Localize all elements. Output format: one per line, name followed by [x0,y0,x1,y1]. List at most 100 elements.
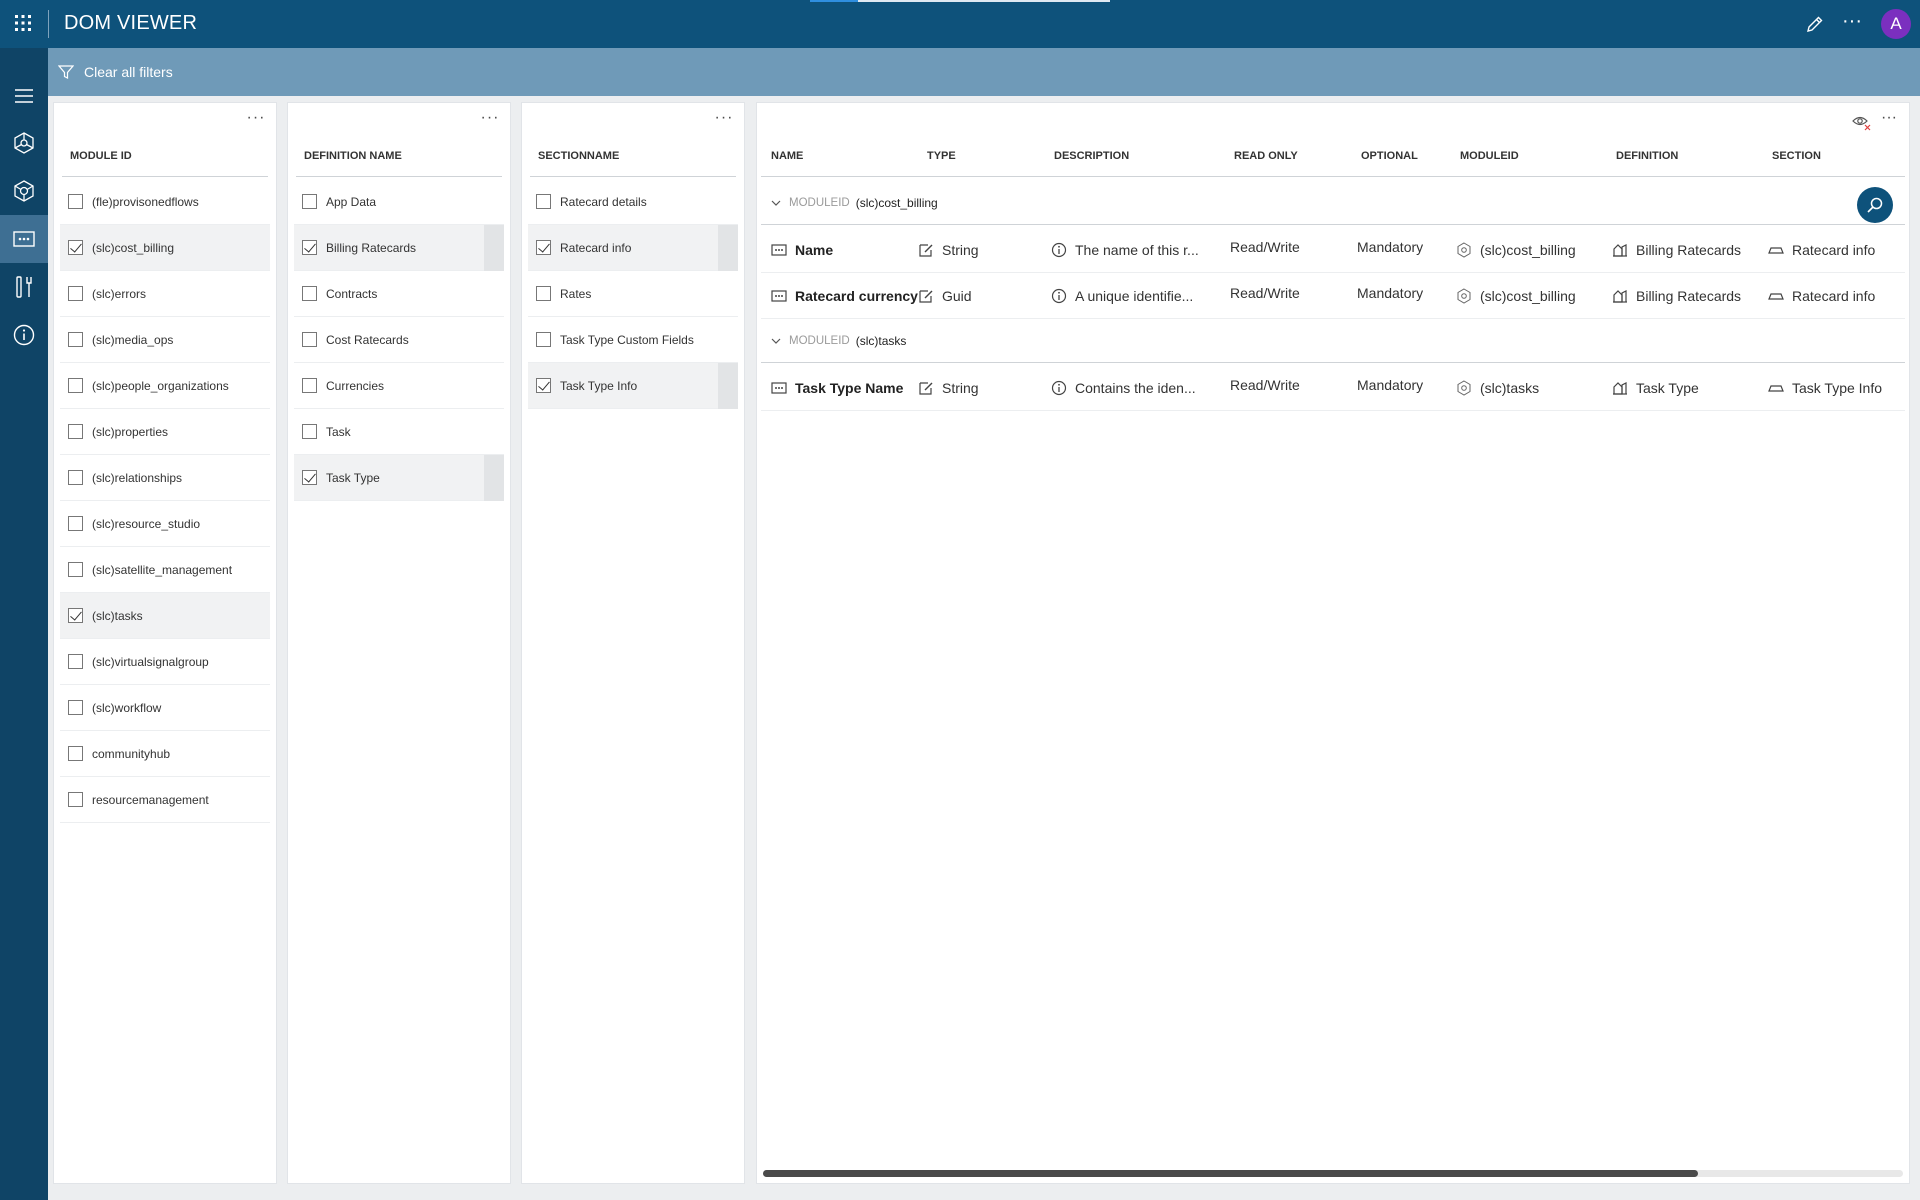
chevron-down-icon[interactable] [771,198,781,208]
checkbox-checked[interactable] [536,240,551,255]
checkbox[interactable] [302,424,317,439]
checkbox[interactable] [68,516,83,531]
top-header: DOM VIEWER ··· A [0,0,1920,48]
table-more-icon[interactable]: ··· [1879,110,1899,131]
cell-type: String [918,365,979,411]
list-item[interactable]: communityhub [60,731,270,777]
column-header-optional[interactable]: OPTIONAL [1361,149,1418,163]
list-item[interactable]: resourcemanagement [60,777,270,823]
list-item[interactable]: (slc)properties [60,409,270,455]
module-icon[interactable] [0,167,48,215]
type-icon [919,290,933,303]
checkbox[interactable] [302,286,317,301]
checkbox-checked[interactable] [68,240,83,255]
checkbox[interactable] [68,470,83,485]
cell-type-text: String [942,380,979,396]
list-item-label: App Data [326,194,377,209]
list-item[interactable]: (slc)tasks [60,593,270,639]
tools-icon[interactable] [0,263,48,311]
hub-icon[interactable] [0,119,48,167]
checkbox[interactable] [302,378,317,393]
app-launcher-icon[interactable] [14,14,32,32]
checkbox[interactable] [68,194,83,209]
list-item[interactable]: Ratecard info [528,225,738,271]
horizontal-scrollbar[interactable] [763,1170,1903,1177]
list-item[interactable]: Currencies [294,363,504,409]
list-item[interactable]: Task Type Custom Fields [528,317,738,363]
group-header-row[interactable]: MODULEID (slc)tasks [761,319,1905,363]
checkbox[interactable] [68,792,83,807]
list-item[interactable]: Rates [528,271,738,317]
list-item[interactable]: (slc)media_ops [60,317,270,363]
group-header-row[interactable]: MODULEID (slc)cost_billing [761,181,1905,225]
list-item[interactable]: Task Type [294,455,504,501]
checkbox[interactable] [68,746,83,761]
column-header-section[interactable]: SECTION [1772,149,1821,163]
column-header-type[interactable]: TYPE [927,149,956,163]
checkbox[interactable] [536,286,551,301]
checkbox[interactable] [536,194,551,209]
column-header-definition[interactable]: DEFINITION [1616,149,1678,163]
column-header-read-only[interactable]: READ ONLY [1234,149,1298,163]
checkbox[interactable] [536,332,551,347]
horizontal-scrollbar-thumb[interactable] [763,1170,1698,1177]
list-item-label: Ratecard info [560,240,632,255]
list-item[interactable]: Contracts [294,271,504,317]
list-item[interactable]: (fle)provisonedflows [60,179,270,225]
checkbox[interactable] [68,332,83,347]
list-item[interactable]: (slc)satellite_management [60,547,270,593]
column-header-moduleid[interactable]: MODULEID [1460,149,1519,163]
edit-pencil-icon[interactable] [1805,14,1825,34]
panel-more-icon[interactable]: ··· [714,110,734,131]
checkbox[interactable] [68,562,83,577]
list-item[interactable]: App Data [294,179,504,225]
cell-moduleid-text: (slc)tasks [1480,380,1540,396]
checkbox-checked[interactable] [536,378,551,393]
dom-viewer-icon[interactable] [0,215,48,263]
column-header-description[interactable]: DESCRIPTION [1054,149,1129,163]
list-item[interactable]: Task [294,409,504,455]
list-item-label: Cost Ratecards [326,332,409,347]
info-icon[interactable] [0,311,48,359]
avatar[interactable]: A [1881,9,1911,39]
list-item[interactable]: Task Type Info [528,363,738,409]
list-item[interactable]: (slc)virtualsignalgroup [60,639,270,685]
checkbox[interactable] [68,654,83,669]
left-nav [0,48,48,1200]
list-item[interactable]: Cost Ratecards [294,317,504,363]
checkbox[interactable] [68,286,83,301]
cell-section: Ratecard info [1768,227,1875,273]
panel-more-icon[interactable]: ··· [246,110,266,131]
checkbox-checked[interactable] [302,240,317,255]
list-item[interactable]: Ratecard details [528,179,738,225]
section-name-panel: ··· SECTIONNAME Ratecard details Ratecard… [521,102,745,1184]
table-row[interactable]: Task Type Name String Contains the iden...… [761,365,1905,411]
menu-hamburger-icon[interactable] [0,72,48,120]
list-item[interactable]: (slc)workflow [60,685,270,731]
more-options-icon[interactable]: ··· [1840,11,1864,36]
column-header-name[interactable]: NAME [771,149,803,163]
hide-columns-eye-icon[interactable] [1851,113,1873,133]
list-item[interactable]: (slc)relationships [60,455,270,501]
list-item[interactable]: Billing Ratecards [294,225,504,271]
checkbox[interactable] [302,332,317,347]
definition-icon [1613,244,1627,257]
checkbox[interactable] [68,378,83,393]
list-item[interactable]: (slc)resource_studio [60,501,270,547]
checkbox[interactable] [68,424,83,439]
table-row[interactable]: Name String The name of this r... Read/Writ… [761,227,1905,273]
list-item-label: (slc)cost_billing [92,240,175,255]
loading-progress-fill [810,0,858,2]
checkbox-checked[interactable] [302,470,317,485]
checkbox[interactable] [302,194,317,209]
checkbox[interactable] [68,700,83,715]
list-item[interactable]: (slc)people_organizations [60,363,270,409]
panel-more-icon[interactable]: ··· [480,110,500,131]
list-item[interactable]: (slc)cost_billing [60,225,270,271]
clear-all-filters-button[interactable]: Clear all filters [58,62,173,82]
list-item[interactable]: (slc)errors [60,271,270,317]
chevron-down-icon[interactable] [771,336,781,346]
table-row[interactable]: Ratecard currency Guid A unique identifie.… [761,273,1905,319]
cell-moduleid-text: (slc)cost_billing [1480,242,1576,258]
checkbox-checked[interactable] [68,608,83,623]
